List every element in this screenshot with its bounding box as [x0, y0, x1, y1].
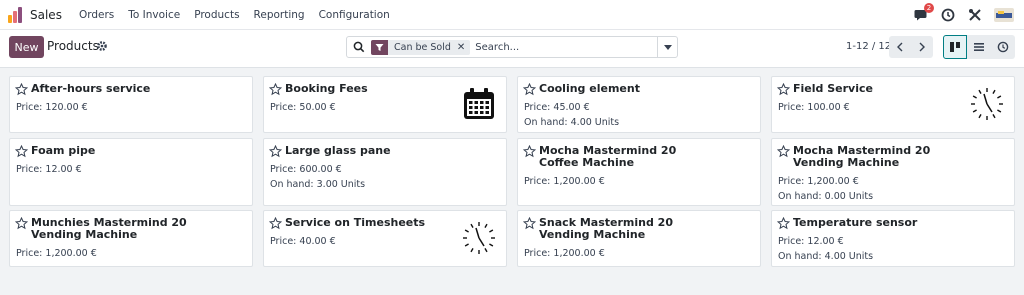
pager-next-button[interactable] — [911, 36, 933, 58]
product-price: Price: 12.00 € — [778, 236, 844, 247]
product-name: Foam pipe — [31, 144, 96, 157]
breadcrumb: Products — [47, 39, 99, 53]
favorite-star-icon[interactable] — [14, 216, 29, 230]
company-avatar-icon[interactable] — [994, 8, 1014, 22]
messages-count-badge: 2 — [924, 3, 934, 13]
list-view-button[interactable] — [967, 35, 991, 59]
favorite-star-icon[interactable] — [268, 144, 283, 158]
clock-icon — [970, 87, 1004, 121]
favorite-star-icon[interactable] — [522, 144, 537, 158]
product-card[interactable]: Service on Timesheets Price: 40.00 € — [263, 210, 507, 267]
kanban-view-button[interactable] — [943, 35, 967, 59]
favorite-star-icon[interactable] — [522, 216, 537, 230]
favorite-star-icon[interactable] — [268, 82, 283, 96]
new-button[interactable]: New — [9, 36, 44, 58]
logo-bar-3 — [18, 6, 22, 23]
product-price: Price: 1,200.00 € — [16, 248, 97, 259]
favorite-star-icon[interactable] — [776, 216, 791, 230]
search-bar: Can be Sold ✕ — [346, 36, 678, 58]
product-on-hand: On hand: 4.00 Units — [778, 251, 874, 262]
activity-clock-icon[interactable] — [940, 7, 956, 23]
product-name: Mocha Mastermind 20 Vending Machine — [793, 144, 931, 169]
menu-item-configuration[interactable]: Configuration — [312, 9, 397, 21]
product-card[interactable]: Mocha Mastermind 20 Vending Machine Price… — [771, 138, 1015, 206]
search-facet: Can be Sold ✕ — [371, 39, 471, 55]
product-name: Large glass pane — [285, 144, 391, 157]
favorite-star-icon[interactable] — [14, 144, 29, 158]
control-panel: New Products Can be Sold ✕ 1-12 / 12 — [0, 30, 1024, 68]
product-card[interactable]: Booking Fees Price: 50.00 € — [263, 76, 507, 133]
product-price: Price: 600.00 € — [270, 164, 342, 175]
pager-value[interactable]: 1-12 / 12 — [846, 41, 891, 52]
product-name: Service on Timesheets — [285, 216, 426, 229]
favorite-star-icon[interactable] — [14, 82, 29, 96]
facet-remove-icon[interactable]: ✕ — [457, 40, 470, 55]
logo-bar-2 — [13, 10, 17, 23]
product-name: Field Service — [793, 82, 873, 95]
product-name: Mocha Mastermind 20 Coffee Machine — [539, 144, 677, 169]
messages-icon[interactable]: 2 — [913, 3, 934, 23]
product-name: Booking Fees — [285, 82, 368, 95]
top-navbar: Sales Orders To Invoice Products Reporti… — [0, 0, 1024, 30]
product-price: Price: 50.00 € — [270, 102, 336, 113]
sales-app-logo[interactable] — [8, 6, 24, 23]
navbar-systray: 2 — [913, 0, 1014, 30]
search-icon[interactable] — [352, 40, 366, 54]
product-name: Temperature sensor — [793, 216, 918, 229]
search-input[interactable] — [475, 41, 657, 53]
product-card[interactable]: Mocha Mastermind 20 Coffee Machine Price:… — [517, 138, 761, 206]
app-name[interactable]: Sales — [30, 8, 62, 22]
favorite-star-icon[interactable] — [522, 82, 537, 96]
product-name: Snack Mastermind 20 Vending Machine — [539, 216, 673, 241]
facet-label: Can be Sold — [394, 41, 451, 53]
gear-icon[interactable] — [96, 40, 108, 52]
clock-icon — [462, 221, 496, 255]
product-card[interactable]: After-hours service Price: 120.00 € — [9, 76, 253, 133]
product-card[interactable]: Large glass pane Price: 600.00 € On hand: … — [263, 138, 507, 206]
product-card[interactable]: Munchies Mastermind 20 Vending Machine Pr… — [9, 210, 253, 267]
product-on-hand: On hand: 3.00 Units — [270, 179, 366, 190]
product-card[interactable]: Snack Mastermind 20 Vending Machine Price… — [517, 210, 761, 267]
product-price: Price: 100.00 € — [778, 102, 850, 113]
product-on-hand: On hand: 0.00 Units — [778, 191, 874, 202]
product-card[interactable]: Cooling element Price: 45.00 € On hand: 4.… — [517, 76, 761, 133]
product-name: Munchies Mastermind 20 Vending Machine — [31, 216, 187, 241]
favorite-star-icon[interactable] — [776, 82, 791, 96]
favorite-star-icon[interactable] — [268, 216, 283, 230]
product-card[interactable]: Foam pipe Price: 12.00 € — [9, 138, 253, 206]
menu-item-to-invoice[interactable]: To Invoice — [121, 9, 187, 21]
product-price: Price: 1,200.00 € — [778, 176, 859, 187]
product-card[interactable]: Field Service Price: 100.00 € — [771, 76, 1015, 133]
menu-item-products[interactable]: Products — [187, 9, 246, 21]
search-options-toggle[interactable] — [657, 37, 677, 57]
activity-view-button[interactable] — [991, 35, 1015, 59]
product-price: Price: 45.00 € — [524, 102, 590, 113]
product-name: After-hours service — [31, 82, 151, 95]
product-card[interactable]: Temperature sensor Price: 12.00 € On hand:… — [771, 210, 1015, 267]
product-price: Price: 1,200.00 € — [524, 248, 605, 259]
product-price: Price: 40.00 € — [270, 236, 336, 247]
product-on-hand: On hand: 4.00 Units — [524, 117, 620, 128]
favorite-star-icon[interactable] — [776, 144, 791, 158]
menu-item-orders[interactable]: Orders — [72, 9, 121, 21]
product-price: Price: 1,200.00 € — [524, 176, 605, 187]
filter-icon — [371, 39, 388, 55]
product-price: Price: 120.00 € — [16, 102, 88, 113]
product-name: Cooling element — [539, 82, 640, 95]
product-price: Price: 12.00 € — [16, 164, 82, 175]
pager-previous-button[interactable] — [889, 36, 911, 58]
main-menu: Orders To Invoice Products Reporting Con… — [72, 9, 397, 21]
calendar-icon — [462, 87, 496, 121]
tools-icon[interactable] — [967, 7, 983, 23]
logo-bar-1 — [8, 14, 12, 23]
menu-item-reporting[interactable]: Reporting — [247, 9, 312, 21]
